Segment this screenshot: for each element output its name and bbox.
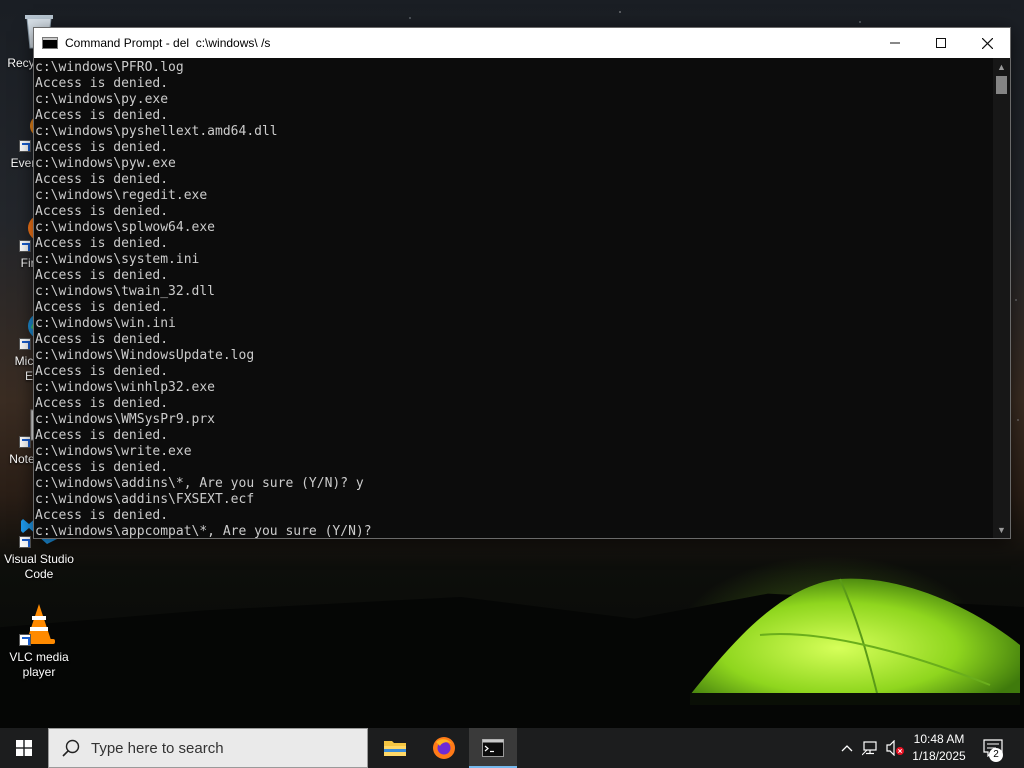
wallpaper-tent — [690, 578, 1020, 705]
desktop-icon-vlc[interactable]: VLC media player — [0, 602, 78, 680]
scroll-up-arrow-icon[interactable]: ▲ — [993, 58, 1010, 75]
scrollbar-thumb[interactable] — [996, 76, 1007, 94]
command-prompt-icon — [42, 37, 58, 49]
taskbar-clock[interactable]: 10:48 AM 1/18/2025 — [904, 731, 974, 765]
maximize-icon — [936, 38, 946, 48]
shortcut-arrow-icon — [19, 140, 31, 152]
console-line: c:\windows\twain_32.dll — [35, 284, 216, 299]
file-explorer-icon — [384, 741, 406, 756]
firefox-icon — [433, 737, 455, 759]
console-line: Access is denied. — [35, 236, 169, 251]
shortcut-arrow-icon — [19, 436, 31, 448]
console-line: c:\windows\regedit.exe — [35, 188, 208, 203]
taskbar: Type here to search 10:48 AM 1/18/2025 — [0, 728, 1024, 768]
console-line: Access is denied. — [35, 428, 169, 443]
console-line: c:\windows\win.ini — [35, 316, 176, 331]
search-icon — [62, 739, 80, 757]
window-controls — [872, 28, 1010, 58]
clock-date: 1/18/2025 — [912, 749, 966, 763]
console-line: c:\windows\addins\*, Are you sure (Y/N)?… — [35, 476, 364, 491]
console-line: Access is denied. — [35, 172, 169, 187]
desktop-icon-label: VLC media player — [9, 650, 69, 679]
vlc-icon — [17, 602, 61, 646]
start-button[interactable] — [0, 728, 48, 768]
clock-time: 10:48 AM — [913, 732, 965, 746]
console-line: c:\windows\pyshellext.amd64.dll — [35, 124, 278, 139]
console-line: c:\windows\splwow64.exe — [35, 220, 216, 235]
maximize-button[interactable] — [918, 28, 964, 58]
console-line: c:\windows\py.exe — [35, 92, 169, 107]
taskbar-firefox[interactable] — [420, 728, 468, 768]
minimize-icon — [890, 42, 900, 44]
desktop-icon-label: Visual Studio Code — [4, 552, 74, 581]
console-line: c:\windows\WindowsUpdate.log — [35, 348, 255, 363]
volume-muted-icon — [886, 740, 904, 756]
console-line: c:\windows\write.exe — [35, 444, 192, 459]
console-line: Access is denied. — [35, 332, 169, 347]
minimize-button[interactable] — [872, 28, 918, 58]
console-line: Access is denied. — [35, 300, 169, 315]
console-line: c:\windows\pyw.exe — [35, 156, 176, 171]
vertical-scrollbar[interactable]: ▲ ▼ — [993, 58, 1010, 538]
command-prompt-window[interactable]: Command Prompt - del c:\windows\ /s c:\w… — [33, 27, 1011, 539]
show-hidden-icons-button[interactable] — [838, 728, 856, 768]
console-line: Access is denied. — [35, 268, 169, 283]
console-line: c:\windows\WMSysPr9.prx — [35, 412, 216, 427]
taskbar-command-prompt[interactable] — [469, 728, 517, 768]
console-line: Access is denied. — [35, 508, 169, 523]
console-output[interactable]: c:\windows\PFRO.log Access is denied. c:\w… — [34, 58, 993, 538]
command-prompt-icon — [482, 739, 504, 757]
console-line: Access is denied. — [35, 204, 169, 219]
console-line: c:\windows\addins\FXSEXT.ecf — [35, 492, 255, 507]
notification-count-badge: 2 — [989, 748, 1003, 762]
console-line: c:\windows\appcompat\*, Are you sure (Y/… — [35, 524, 372, 538]
shortcut-arrow-icon — [19, 634, 31, 646]
shortcut-arrow-icon — [19, 338, 31, 350]
window-title: Command Prompt - del c:\windows\ /s — [65, 36, 271, 50]
taskbar-search-box[interactable]: Type here to search — [48, 728, 368, 768]
chevron-up-icon — [841, 745, 853, 752]
shortcut-arrow-icon — [19, 240, 31, 252]
console-line: Access is denied. — [35, 460, 169, 475]
console-line: Access is denied. — [35, 108, 169, 123]
shortcut-arrow-icon — [19, 536, 31, 548]
taskbar-file-explorer[interactable] — [371, 728, 419, 768]
console-line: c:\windows\PFRO.log — [35, 60, 184, 75]
console-line: c:\windows\system.ini — [35, 252, 200, 267]
volume-button[interactable] — [884, 728, 906, 768]
console-line: Access is denied. — [35, 396, 169, 411]
close-button[interactable] — [964, 28, 1010, 58]
scroll-down-arrow-icon[interactable]: ▼ — [993, 521, 1010, 538]
search-placeholder: Type here to search — [91, 739, 224, 757]
console-line: Access is denied. — [35, 76, 169, 91]
network-status-button[interactable] — [860, 728, 882, 768]
close-icon — [981, 37, 993, 49]
console-line: c:\windows\winhlp32.exe — [35, 380, 216, 395]
window-titlebar[interactable]: Command Prompt - del c:\windows\ /s — [34, 28, 1010, 58]
console-line: Access is denied. — [35, 364, 169, 379]
console-line: Access is denied. — [35, 140, 169, 155]
windows-logo-icon — [16, 740, 32, 756]
network-disconnected-icon — [862, 741, 877, 756]
